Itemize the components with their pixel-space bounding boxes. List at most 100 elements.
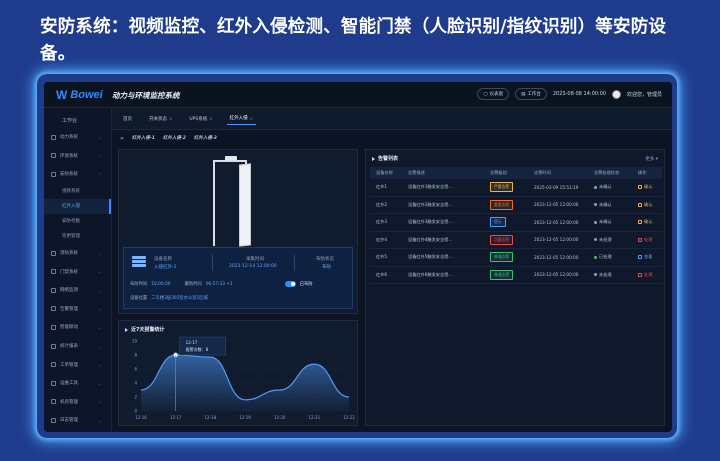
tab-1[interactable]: 开关状态 ×	[146, 113, 175, 125]
chevron-down-icon: ⌄	[97, 306, 101, 312]
workbench-label: 工作台	[527, 92, 541, 97]
sidebar-item-a0[interactable]: 动力系统 ⌄	[44, 128, 111, 147]
sidebar-item-b3[interactable]: 告警管理 ⌄	[44, 300, 111, 319]
cell-description: 设备红外4触发安全侵...	[408, 236, 453, 242]
y-tick-label: 4	[134, 381, 137, 386]
tab-3[interactable]: 红外入侵 ×	[226, 112, 256, 125]
sidebar-item-label: 环境系统	[60, 153, 78, 159]
defend-time-value: 10:00:00	[151, 281, 171, 287]
device-panel: 设备名称 入侵红外-1 采集时间 2023-12-14 12:00:00 布防状…	[118, 149, 358, 314]
sidebar-item-a1[interactable]: 环境系统 ⌄	[44, 147, 111, 166]
y-tick-label: 10	[132, 339, 138, 344]
action-label: 处理	[644, 271, 653, 277]
sidebar-item-label: 消防系统	[60, 251, 78, 257]
sidebar-item-b2[interactable]: 网络监测 ⌄	[44, 281, 111, 300]
cell-device-name: 红外3	[376, 219, 388, 225]
env-icon	[51, 153, 56, 159]
fire-icon	[51, 250, 56, 256]
collect-time-label: 采集时间	[246, 257, 264, 262]
app-window: W Bowei 动力与环境监控系统 ▢ 仪表盘 ▤ 工作台 2023-08-08…	[44, 82, 672, 432]
cell-time: 2025-03-09 15:51:19	[534, 184, 579, 190]
sidebar-item-b1[interactable]: 门禁系统 ⌄	[44, 262, 111, 281]
datetime: 2023-08-08 14:00:00	[552, 91, 606, 97]
defend-time-label: 布防时间	[130, 282, 148, 287]
workbench-button[interactable]: ▤ 工作台	[515, 88, 547, 100]
row-action-button[interactable]: 确认	[634, 202, 662, 208]
close-icon[interactable]: ×	[169, 116, 172, 121]
alarm-area-chart: 0 2 4 6 8 10 12-16 12-17 12-18 12-19 12-20 12-21 12-…	[132, 336, 355, 420]
close-icon[interactable]: ×	[209, 116, 212, 121]
cell-description: 设备红外3触发安全侵...	[408, 219, 453, 225]
sidebar-item-label: 统计报表	[60, 344, 78, 350]
sidebar-item-label: 工单管理	[60, 362, 78, 368]
logo[interactable]: W Bowei	[56, 88, 103, 102]
x-tick-label: 12-18	[205, 415, 217, 420]
dashboard-button[interactable]: ▢ 仪表盘	[477, 88, 510, 100]
triangle-icon	[372, 156, 375, 161]
status-dot-icon	[594, 185, 597, 189]
chevron-down-icon: ⌄	[97, 287, 101, 293]
sidebar-item-b6[interactable]: 工单管理 ⌄	[44, 355, 111, 374]
armed-toggle[interactable]	[284, 281, 296, 287]
sidebar-subitem[interactable]: 巡更管理	[44, 229, 111, 244]
status-dot-icon	[594, 220, 597, 224]
sidebar-subitem[interactable]: 视频系统	[44, 184, 111, 199]
sidebar-item-b5[interactable]: 统计报表 ⌄	[44, 337, 111, 356]
cell-time: 2023-12-05 12:00:00	[534, 272, 579, 278]
sidebar-item-b8[interactable]: 机房管理 ⌄	[44, 393, 111, 412]
avatar[interactable]	[611, 89, 621, 99]
sidebar-item-label: 网络监测	[60, 288, 78, 294]
sidebar-subitem[interactable]: 红外入侵	[44, 198, 111, 214]
row-action-button[interactable]: 处理	[634, 272, 662, 278]
sub-nav-item-3[interactable]: 红外入侵-3	[194, 135, 217, 141]
sidebar-subitem[interactable]: 安防考勤	[44, 214, 111, 229]
alarm-table: 设备名称 告警描述 告警级别 告警时间 告警处理状态 操作 红外1 设备红外1触发…	[370, 167, 662, 284]
sidebar-item-a2[interactable]: 安防系统 ⌃	[44, 165, 111, 184]
chevron-down-icon: ⌃	[97, 171, 101, 177]
dashboard-label: 仪表盘	[489, 92, 504, 97]
y-tick-label: 8	[134, 353, 137, 358]
more-link[interactable]: 更多 ▾	[645, 156, 658, 162]
chevron-down-icon: ⌄	[97, 269, 101, 275]
tools-icon	[51, 380, 56, 386]
tab-2[interactable]: UPS系统 ×	[186, 113, 215, 125]
x-tick-label: 12-16	[135, 415, 147, 420]
row-action-button[interactable]: 确认	[634, 219, 662, 225]
sub-nav-item-2[interactable]: 红外入侵-2	[163, 135, 186, 141]
table-row[interactable]: 红外1 设备红外1触发安全侵... 严重告警 2025-03-09 15:51:19 未…	[370, 179, 662, 197]
welcome-user[interactable]: 欢迎您，管理员	[627, 91, 662, 98]
table-row[interactable]: 红外4 设备红外4触发安全侵... 次要告警 2023-12-05 12:00:00 未…	[370, 232, 662, 249]
undefend-time-label: 撤防时间	[184, 282, 202, 287]
sidebar-item-label: 机房管理	[60, 399, 78, 405]
cell-status: 未确认	[599, 219, 612, 225]
sidebar-item-b7[interactable]: 运维工具 ⌄	[44, 374, 111, 393]
table-row[interactable]: 红外6 设备红外6触发安全侵... 普通告警 2023-12-05 12:00:00 未…	[370, 267, 662, 284]
tooltip-date: 12-17	[186, 340, 198, 345]
row-action-button[interactable]: 查看	[634, 254, 662, 260]
close-icon[interactable]: ×	[250, 116, 253, 121]
sidebar-item-b9[interactable]: 日志管理 ⌄	[44, 411, 111, 430]
top-bar: W Bowei 动力与环境监控系统 ▢ 仪表盘 ▤ 工作台 2023-08-08…	[44, 82, 672, 108]
sidebar-workspace[interactable]: 工作台	[44, 108, 111, 128]
table-row[interactable]: 红外5 设备红外5触发安全侵... 普通告警 2023-12-05 12:00:00 已…	[370, 249, 662, 267]
level-badge: 普通告警	[490, 269, 514, 280]
row-action-button[interactable]: 确认	[634, 184, 662, 190]
sub-nav: » 红外入侵-1 红外入侵-2 红外入侵-3	[112, 130, 672, 146]
log-icon	[51, 417, 56, 423]
triangle-icon	[125, 327, 128, 332]
cell-status: 未处理	[599, 236, 612, 242]
sub-nav-item-1[interactable]: 红外入侵-1	[132, 135, 155, 141]
table-row[interactable]: 红外3 设备红外3触发安全侵... 提示 2023-12-05 12:00:00 未确认…	[370, 214, 662, 232]
sidebar-item-b4[interactable]: 智能联动 ⌄	[44, 318, 111, 337]
row-action-button[interactable]: 处理	[634, 237, 662, 243]
cell-time: 2023-12-05 12:00:00	[534, 254, 579, 260]
sidebar-item-b0[interactable]: 消防系统 ⌄	[44, 244, 111, 263]
col-level: 告警级别	[490, 170, 507, 175]
table-row[interactable]: 红外2 设备红外2触发安全侵... 重要告警 2023-12-05 12:00:00 未…	[370, 197, 662, 214]
tab-bar: 首页 开关状态 × UPS系统 × 红外入侵 ×	[112, 108, 672, 130]
tab-0[interactable]: 首页	[120, 113, 135, 125]
area-fill	[141, 355, 349, 411]
room-icon	[51, 399, 56, 405]
level-badge: 普通告警	[490, 252, 514, 263]
tab-label: UPS系统	[189, 116, 208, 122]
